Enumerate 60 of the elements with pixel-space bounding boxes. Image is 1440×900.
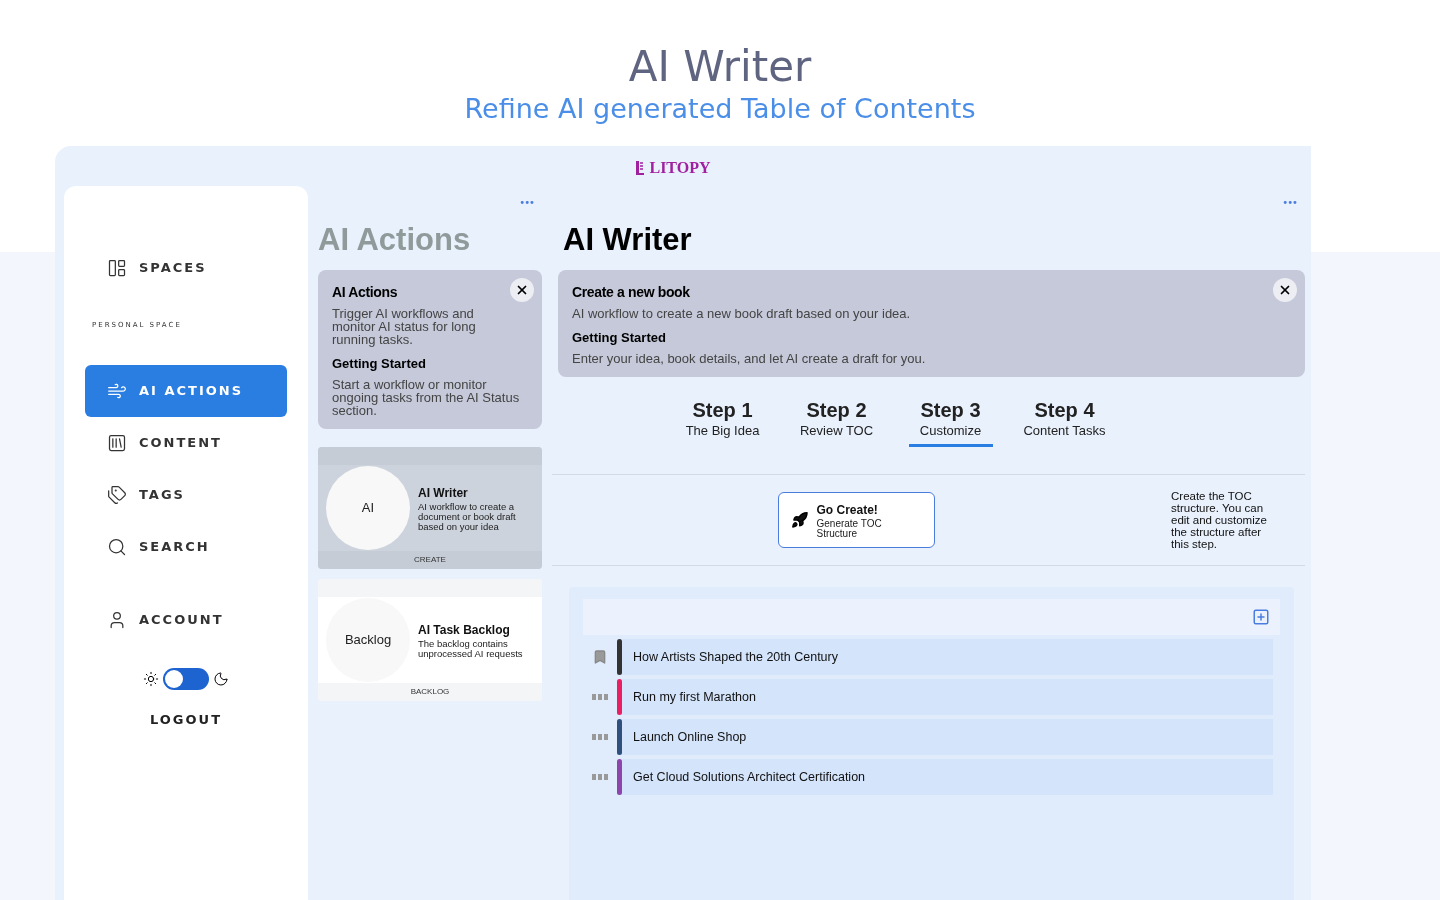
more-button[interactable]: ••• [1282, 194, 1297, 210]
sidebar-item[interactable]: SEARCH [85, 520, 287, 573]
step-tab[interactable]: Step 4 Content Tasks [1022, 398, 1107, 447]
sidebar-item[interactable]: AI ACTIONS [85, 364, 287, 417]
card-footer: BACKLOG [318, 682, 542, 701]
close-icon [515, 283, 529, 297]
info-text: Trigger AI workflows and monitor AI status for long running tasks. [332, 307, 477, 346]
tags-icon [107, 484, 127, 505]
page-title: AI Writer [628, 42, 812, 92]
hint-text: Create the TOC structure. You can edit and customize the structure after this step. [1171, 490, 1268, 550]
text-type-icon [592, 694, 608, 700]
card-footer: CREATE [318, 550, 542, 569]
card-avatar: Backlog [326, 597, 410, 682]
logout-link[interactable]: LOGOUT [150, 709, 222, 729]
info-title: Create a new book [572, 283, 691, 302]
logo-icon [635, 160, 646, 176]
toc-item[interactable]: Launch Online Shop [617, 719, 1273, 755]
info-text: AI workflow to create a new book draft based on your idea. [572, 307, 912, 320]
moon-icon [213, 670, 229, 687]
workflow-card[interactable]: AI AI Writer AI workflow to create a document or book draft based on your idea CREATE [318, 446, 542, 569]
close-icon [1278, 283, 1292, 297]
column-title: AI Writer [563, 221, 693, 259]
info-title: AI Actions [332, 283, 399, 302]
add-icon[interactable] [1252, 608, 1270, 626]
generate-button[interactable]: Go Create! Generate TOC Structure [778, 492, 935, 548]
info-subtitle: Getting Started [572, 329, 667, 347]
rocket-icon [791, 511, 809, 529]
search-icon [107, 536, 127, 557]
card-title: AI Writer [418, 484, 469, 502]
more-button[interactable]: ••• [519, 194, 534, 210]
column-title: AI Actions [318, 221, 472, 259]
close-button[interactable] [510, 278, 534, 302]
toc-item[interactable]: How Artists Shaped the 20th Century [617, 639, 1273, 675]
sun-icon [143, 670, 159, 687]
workflow-card[interactable]: Backlog AI Task Backlog The backlog contains unprocessed AI requests BACKLOG [318, 578, 542, 701]
text-type-icon [592, 774, 608, 780]
info-text: Start a workflow or monitor ongoing tasks from the AI Status section. [332, 377, 521, 417]
text-type-icon [592, 734, 608, 740]
logo-text: LITOPY [649, 158, 711, 178]
close-button[interactable] [1273, 278, 1297, 302]
step-tab[interactable]: Step 3 Customize [908, 398, 993, 447]
info-text: Enter your idea, book details, and let AI create a draft for you. [572, 351, 927, 365]
sidebar-item[interactable]: ACCOUNT [85, 593, 287, 646]
step-tab[interactable]: Step 2 Review TOC [794, 398, 879, 447]
info-subtitle: Getting Started [332, 355, 427, 373]
theme-toggle[interactable] [163, 667, 209, 690]
card-title: AI Task Backlog [418, 621, 511, 639]
sidebar-item[interactable]: TAGS [85, 468, 287, 521]
book-icon [592, 649, 608, 665]
toc-item[interactable]: Run my first Marathon [617, 679, 1273, 715]
card-text: AI workflow to create a document or book draft based on your idea [418, 501, 517, 532]
sidebar-item[interactable]: CONTENT [85, 416, 287, 469]
card-avatar: AI [326, 465, 410, 550]
page-subtitle: Refine AI generated Table of Contents [464, 92, 976, 126]
sidebar-item[interactable]: SPACES [85, 242, 287, 294]
toc-item[interactable]: Get Cloud Solutions Architect Certification [617, 759, 1273, 795]
card-text: The backlog contains unprocessed AI requests [418, 638, 524, 659]
step-tab[interactable]: Step 1 The Big Idea [680, 398, 765, 447]
list-icon [107, 432, 127, 453]
grid-icon [107, 258, 127, 278]
